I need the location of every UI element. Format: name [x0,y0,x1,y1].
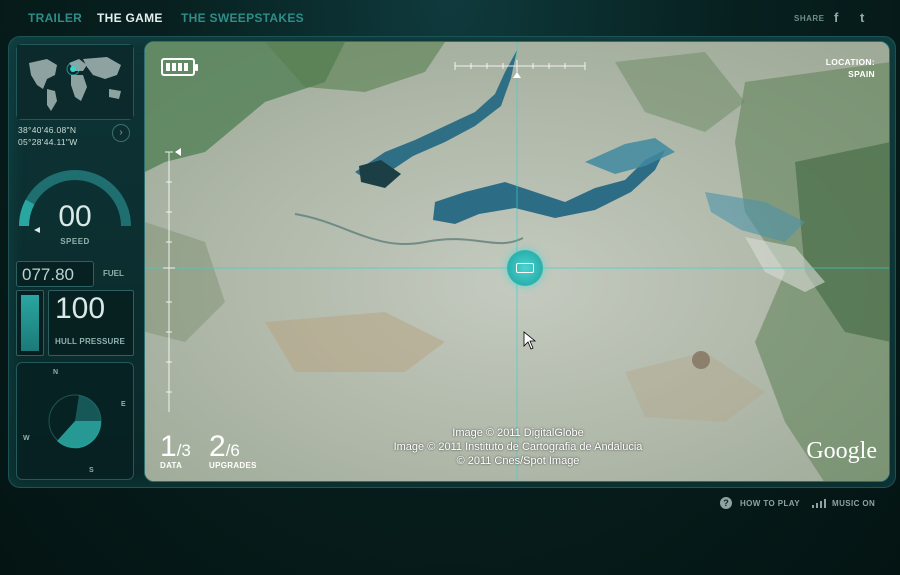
hull-pressure-value: 100 [55,292,106,325]
credit-line: © 2011 Cnes/Spot Image [456,455,580,467]
compass-e-label: E [121,401,126,408]
help-icon[interactable]: ? [720,497,732,509]
compass-icon [48,394,102,449]
fuel-value: 077.80 [22,265,74,284]
world-map-icon [17,45,133,119]
credit-line: Image © 2011 DigitalGlobe [452,427,584,439]
top-nav: TRAILER THE GAME THE SWEEPSTAKES SHARE f… [0,0,900,36]
fuel-readout: 077.80 [16,261,94,287]
compass-w-label: W [23,435,30,442]
compass-s-label: S [89,467,94,474]
longitude: 05°28'44.11"W [18,137,78,147]
location-value: SPAIN [848,69,875,79]
player-sub-icon[interactable] [507,250,543,286]
speed-gauge: 00 SPEED [16,160,134,256]
location-label: LOCATION: [825,57,875,67]
nav-trailer[interactable]: TRAILER [28,11,82,25]
share-label: SHARE [794,14,825,23]
twitter-icon[interactable]: t [860,10,864,25]
speed-label: SPEED [60,237,90,246]
hull-pressure-label: HULL PRESSURE [55,337,126,346]
location-readout: LOCATION: SPAIN [826,56,875,80]
world-map-panel [16,44,134,120]
facebook-icon[interactable]: f [834,10,838,25]
latitude: 38°40'46.08"N [18,125,77,135]
nav-the-game[interactable]: THE GAME [97,11,163,25]
coordinates-arrow-button[interactable]: › [112,124,130,142]
coordinates-panel: 38°40'46.08"N 05°28'44.11"W › [16,120,134,160]
music-toggle[interactable]: MUSIC ON [832,499,875,508]
fuel-label: FUEL [103,269,124,278]
google-logo[interactable]: Google [806,438,877,465]
music-icon[interactable] [812,499,826,508]
map-viewport[interactable]: LOCATION: SPAIN 1/3 DATA 2/6 UPGRADES Im… [144,41,890,482]
speed-value: 00 [58,200,92,233]
nav-sweepstakes[interactable]: THE SWEEPSTAKES [181,11,304,25]
hull-pressure-fill [21,295,39,351]
how-to-play-link[interactable]: HOW TO PLAY [740,499,800,508]
battery-icon [161,58,198,76]
imagery-credits: Image © 2011 DigitalGlobe Image © 2011 I… [145,426,889,468]
credit-line: Image © 2011 Instituto de Cartografia de… [393,441,643,453]
compass-n-label: N [53,369,59,376]
compass-panel: N E W S [16,362,134,480]
